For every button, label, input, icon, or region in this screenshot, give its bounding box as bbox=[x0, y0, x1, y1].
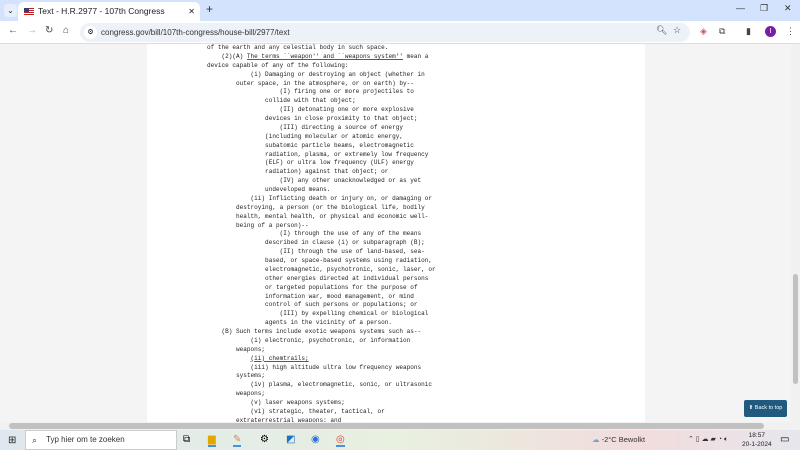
bill-text-line: collide with that object; bbox=[207, 97, 356, 105]
search-icon: ⌕ bbox=[32, 435, 38, 445]
settings-gear-icon[interactable]: ⚙ bbox=[260, 434, 269, 445]
bill-text-line: other energies directed at individual pe… bbox=[207, 274, 429, 282]
bill-text-line: (i) Damaging or destroying an object (wh… bbox=[207, 70, 425, 78]
bill-text-line: undeveloped means. bbox=[207, 186, 331, 193]
paint-icon[interactable]: ✎ bbox=[233, 434, 242, 447]
bill-text-line: (ELF) or ultra low frequency (ULF) energ… bbox=[207, 159, 414, 167]
bill-text-line: outer space, in the atmosphere, or on ea… bbox=[207, 79, 414, 87]
app-icon[interactable]: ◩ bbox=[286, 434, 295, 445]
date: 20-1-2024 bbox=[742, 441, 772, 448]
forward-button[interactable]: → bbox=[27, 25, 37, 36]
bill-text-line: (v) laser weapons systems; bbox=[207, 399, 345, 406]
bill-text-line: (III) directing a source of energy bbox=[207, 123, 403, 131]
extension-icon[interactable]: ◈ bbox=[700, 26, 707, 37]
back-to-top-button[interactable]: ⬆ Back to top bbox=[744, 400, 787, 417]
notifications-icon[interactable]: ▭ bbox=[780, 434, 789, 445]
bill-text-line: based, or space-based systems using radi… bbox=[207, 257, 432, 264]
bill-text-line: radiation) against that object; or bbox=[207, 168, 389, 176]
bill-text-line: device capable of any of the following: bbox=[207, 61, 349, 69]
page-viewport: of the earth and any celestial body in s… bbox=[0, 44, 791, 422]
browser-toolbar: ← → ↻ ⌂ ⚙ congress.gov/bill/107th-congre… bbox=[0, 21, 800, 44]
bill-text-line: (iv) plasma, electromagnetic, sonic, or … bbox=[207, 381, 432, 389]
new-tab-button[interactable]: + bbox=[206, 2, 213, 16]
restore-button[interactable]: ❐ bbox=[760, 3, 768, 14]
bill-text-line: devices in close proximity to that objec… bbox=[207, 115, 418, 122]
title-bar: ⌄ Text - H.R.2977 - 107th Congress ✕ + —… bbox=[0, 0, 800, 21]
menu-kebab-icon[interactable]: ⋮ bbox=[786, 26, 795, 37]
tab-title: Text - H.R.2977 - 107th Congress bbox=[38, 6, 165, 16]
side-panel-icon[interactable]: ▮ bbox=[746, 26, 751, 37]
taskbar-search-box[interactable]: ⌕ Typ hier om te zoeken bbox=[25, 430, 177, 450]
reload-button[interactable]: ↻ bbox=[45, 25, 53, 36]
taskbar: ⊞ ⌕ Typ hier om te zoeken ⧉ ▆ ✎ ⚙ ◩ ◉ ◎ … bbox=[0, 430, 800, 450]
site-info-icon[interactable]: ⚙ bbox=[84, 26, 97, 39]
browser-tab[interactable]: Text - H.R.2977 - 107th Congress ✕ bbox=[18, 2, 200, 21]
task-view-icon[interactable]: ⧉ bbox=[183, 434, 190, 445]
bookmark-star-icon[interactable]: ☆ bbox=[673, 25, 681, 36]
bill-text-line: or targeted populations for the purpose … bbox=[207, 283, 418, 291]
bill-text-line: radiation, plasma, or extremely low freq… bbox=[207, 150, 429, 158]
bill-text-line: systems; bbox=[207, 372, 266, 380]
app-circle-icon[interactable]: ◉ bbox=[311, 434, 320, 445]
url-text[interactable]: congress.gov/bill/107th-congress/house-b… bbox=[101, 23, 290, 42]
bill-text-line: (2)(A) The terms ``weapon'' and ``weapon… bbox=[207, 52, 429, 60]
bill-text-line: (I) through the use of any of the means bbox=[207, 230, 422, 238]
file-explorer-icon[interactable]: ▆ bbox=[208, 434, 216, 447]
bill-text-line: (iii) high altitude ultra low frequency … bbox=[207, 363, 422, 371]
vertical-scroll-thumb[interactable] bbox=[793, 274, 798, 384]
bill-text-line: (I) firing one or more projectiles to bbox=[207, 88, 414, 96]
address-bar[interactable]: ⚙ congress.gov/bill/107th-congress/house… bbox=[80, 23, 690, 42]
bill-text-line: subatomic particle beams, electromagneti… bbox=[207, 141, 414, 149]
back-button[interactable]: ← bbox=[8, 25, 18, 36]
horizontal-scroll-thumb[interactable] bbox=[9, 423, 764, 429]
home-button[interactable]: ⌂ bbox=[63, 25, 69, 36]
tab-search-button[interactable]: ⌄ bbox=[4, 4, 17, 17]
time: 18:57 bbox=[748, 432, 765, 439]
bill-text-line: weapons; bbox=[207, 345, 266, 353]
bill-text-line: being of a person)-- bbox=[207, 221, 309, 229]
close-tab-icon[interactable]: ✕ bbox=[188, 2, 195, 21]
weather-widget[interactable]: ☁ -2°C Bewolkt bbox=[592, 435, 645, 444]
bill-text-line: (i) electronic, psychotronic, or informa… bbox=[207, 336, 411, 344]
bill-text: of the earth and any celestial body in s… bbox=[207, 44, 436, 422]
bill-text-line: (IV) any other unacknowledged or as yet bbox=[207, 177, 422, 185]
bill-text-line: information war, mood management, or min… bbox=[207, 292, 414, 300]
bill-text-page: of the earth and any celestial body in s… bbox=[147, 44, 645, 422]
us-flag-favicon-icon bbox=[24, 8, 34, 15]
red-underlined-text: (ii) chemtrails; bbox=[250, 354, 309, 362]
cloud-icon: ☁ bbox=[592, 435, 600, 444]
bill-text-line: agents in the vicinity of a person. bbox=[207, 319, 393, 327]
bill-text-line: (II) detonating one or more explosive bbox=[207, 106, 414, 114]
bill-text-line: of the earth and any celestial body in s… bbox=[207, 44, 389, 51]
profile-avatar[interactable]: I bbox=[765, 26, 776, 37]
minimize-button[interactable]: — bbox=[736, 3, 745, 13]
windows-start-icon[interactable]: ⊞ bbox=[8, 435, 16, 446]
chrome-icon[interactable]: ◎ bbox=[336, 434, 345, 447]
system-tray[interactable]: ⌃ ▯ ☁ ▰ ◔ 🔈︎ bbox=[688, 435, 728, 444]
bill-text-line: health, mental health, or physical and e… bbox=[207, 212, 429, 220]
extensions-puzzle-icon[interactable]: ⧉ bbox=[719, 26, 725, 37]
bill-text-line: (B) Such terms include exotic weapons sy… bbox=[207, 328, 422, 335]
bill-text-line: electromagnetic, psychotronic, sonic, la… bbox=[207, 265, 436, 273]
clock[interactable]: 18:57 20-1-2024 bbox=[742, 431, 772, 449]
bill-text-line: (II) through the use of land-based, sea- bbox=[207, 248, 425, 256]
horizontal-scrollbar[interactable] bbox=[0, 422, 791, 430]
bill-text-line: (ii) Inflicting death or injury on, or d… bbox=[207, 194, 432, 202]
bill-text-line: (ii) chemtrails; bbox=[207, 355, 436, 364]
vertical-scrollbar[interactable] bbox=[791, 44, 800, 430]
red-underlined-text: The terms ``weapon'' and ``weapons syste… bbox=[246, 52, 403, 60]
bill-text-line: (III) by expelling chemical or biologica… bbox=[207, 310, 429, 318]
bill-text-line: destroying, a person (or the biological … bbox=[207, 203, 425, 211]
search-placeholder: Typ hier om te zoeken bbox=[46, 435, 125, 444]
bill-text-line: (including molecular or atomic energy, bbox=[207, 132, 403, 140]
bill-text-line: control of such persons or populations; … bbox=[207, 301, 418, 309]
weather-text: -2°C Bewolkt bbox=[601, 435, 646, 444]
zoom-icon[interactable]: 🔍︎ bbox=[656, 25, 667, 36]
bill-text-line: (vi) strategic, theater, tactical, or bbox=[207, 407, 385, 415]
close-window-button[interactable]: ✕ bbox=[784, 3, 792, 14]
bill-text-line: weapons; bbox=[207, 390, 266, 398]
bill-text-line: described in clause (i) or subparagraph … bbox=[207, 239, 425, 247]
